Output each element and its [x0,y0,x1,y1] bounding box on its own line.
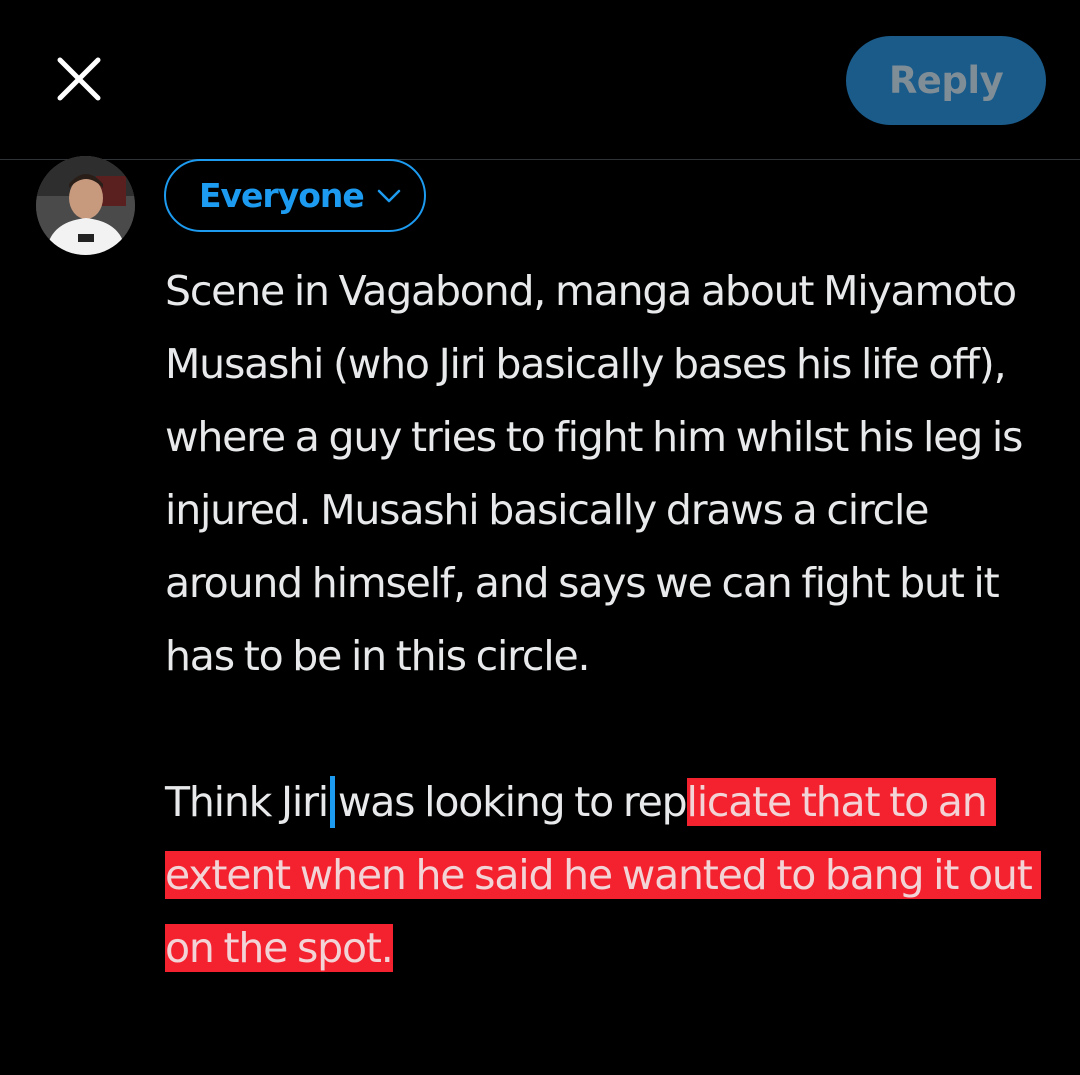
user-avatar-image [36,156,135,255]
text-caret [329,776,335,828]
top-bar: Reply [0,0,1080,160]
audience-label: Everyone [199,176,365,215]
close-icon [57,57,101,101]
chevron-down-icon [376,188,402,204]
text-after-caret: was looking to rep [337,778,688,826]
close-button[interactable] [48,52,110,108]
paragraph-1: Scene in Vagabond, manga about Miyamoto … [165,267,1033,680]
avatar[interactable] [36,156,135,255]
tweet-text-editor[interactable]: Scene in Vagabond, manga about Miyamoto … [165,255,1055,985]
paragraph-2: Think Jiri was looking to replicate that … [165,766,1055,985]
audience-selector[interactable]: Everyone [164,159,426,232]
text-before-caret: Think Jiri [165,778,329,826]
reply-button[interactable]: Reply [846,36,1046,125]
